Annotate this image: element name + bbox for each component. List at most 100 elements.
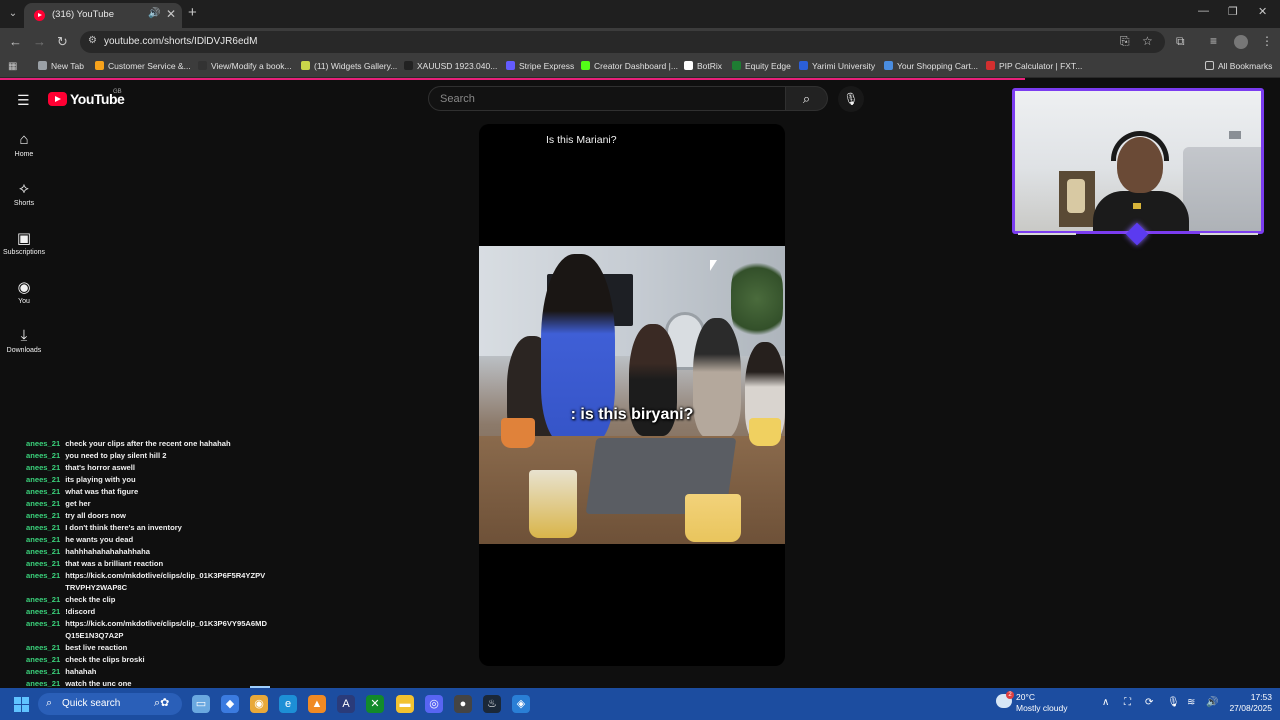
browser-menu-icon[interactable]: ⋮ xyxy=(1261,34,1273,48)
copilot-icon[interactable]: ◆ xyxy=(221,695,239,713)
task-view-icon[interactable]: ▭ xyxy=(192,695,210,713)
nav-home[interactable]: ⌂ Home xyxy=(0,131,48,158)
minimize-window-button[interactable]: — xyxy=(1198,5,1209,17)
new-tab-button[interactable]: + xyxy=(188,4,197,21)
wifi-icon[interactable]: ≋ xyxy=(1187,697,1195,708)
taskbar-clock[interactable]: 17:53 27/08/2025 xyxy=(1222,692,1272,714)
close-window-button[interactable]: ✕ xyxy=(1258,5,1267,18)
chat-username[interactable]: anees_21 xyxy=(26,594,60,606)
browser-tab-youtube[interactable]: (316) YouTube 🔊 ✕ xyxy=(24,3,182,28)
search-placeholder: Search xyxy=(440,93,475,105)
chat-username[interactable]: anees_21 xyxy=(26,666,60,678)
page-load-progress xyxy=(0,78,1025,80)
bookmark-pip-calculator[interactable]: PIP Calculator | FXT... xyxy=(986,61,1082,71)
bookmark-customer-service[interactable]: Customer Service &... xyxy=(95,61,191,71)
reload-button[interactable]: ↻ xyxy=(57,34,68,50)
install-app-icon[interactable]: ⎘ xyxy=(1120,34,1130,49)
discord-icon[interactable]: ◎ xyxy=(425,695,443,713)
chat-username[interactable]: anees_21 xyxy=(26,558,60,570)
tab-audio-icon[interactable]: 🔊 xyxy=(148,8,160,19)
chat-username[interactable]: anees_21 xyxy=(26,618,60,642)
guide-menu-icon[interactable]: ☰ xyxy=(17,92,30,109)
bookmark-stripe-express[interactable]: Stripe Express xyxy=(506,61,574,71)
chat-username[interactable]: anees_21 xyxy=(26,570,60,594)
reading-list-icon[interactable]: ≡ xyxy=(1210,34,1217,48)
microphone-icon[interactable]: 🎙 xyxy=(1167,697,1180,708)
webcam-overlay xyxy=(1012,88,1264,234)
file-explorer-icon[interactable]: ▬ xyxy=(396,695,414,713)
search-input[interactable]: Search xyxy=(428,86,786,111)
vlc-icon[interactable]: ▲ xyxy=(308,695,326,713)
bookmark-shopping-cart[interactable]: Your Shopping Cart... xyxy=(884,61,978,71)
tray-sync-icon[interactable]: ⟳ xyxy=(1145,697,1153,708)
chat-username[interactable]: anees_21 xyxy=(26,510,60,522)
nav-subscriptions[interactable]: ▣ Subscriptions xyxy=(0,229,48,256)
taskbar-search[interactable]: ⌕ Quick search ⌕✿ xyxy=(38,693,182,715)
video-scene-container xyxy=(685,494,741,542)
nav-downloads[interactable]: ⤓ Downloads xyxy=(0,327,48,354)
bookmark-view-modify[interactable]: View/Modify a book... xyxy=(198,61,292,71)
taskbar-search-label: Quick search xyxy=(62,698,121,709)
bookmark-star-icon[interactable]: ☆ xyxy=(1142,34,1153,48)
tray-overflow-chevron-icon[interactable]: ∧ xyxy=(1102,697,1109,708)
nav-shorts[interactable]: ⟡ Shorts xyxy=(0,180,48,207)
back-button[interactable]: ← xyxy=(9,34,22,49)
chat-username[interactable]: anees_21 xyxy=(26,486,60,498)
chat-username[interactable]: anees_21 xyxy=(26,498,60,510)
chrome-icon[interactable]: ◉ xyxy=(250,695,268,713)
chat-username[interactable]: anees_21 xyxy=(26,438,60,450)
bookmark-xauusd[interactable]: XAUUSD 1923.040... xyxy=(404,61,497,71)
aurora-icon[interactable]: A xyxy=(337,695,355,713)
chat-text: check the clips broski xyxy=(65,655,145,664)
app-icon[interactable]: ◈ xyxy=(512,695,530,713)
address-bar[interactable]: ⚙ youtube.com/shorts/IDlDVJR6edM xyxy=(80,31,1165,53)
voice-search-button[interactable]: 🎙 xyxy=(838,86,864,112)
chat-username[interactable]: anees_21 xyxy=(26,522,60,534)
bookmark-yarimi-university[interactable]: Yarimi University xyxy=(799,61,875,71)
video-scene-plant xyxy=(731,254,783,344)
chat-username[interactable]: anees_21 xyxy=(26,450,60,462)
chat-username[interactable]: anees_21 xyxy=(26,546,60,558)
xbox-icon[interactable]: ✕ xyxy=(366,695,384,713)
short-video-frame[interactable]: : is this biryani? xyxy=(479,246,785,544)
youtube-logo-icon[interactable] xyxy=(48,92,67,106)
chat-username[interactable]: anees_21 xyxy=(26,534,60,546)
bookmark-favicon-icon xyxy=(986,61,995,70)
chat-username[interactable]: anees_21 xyxy=(26,474,60,486)
chat-username[interactable]: anees_21 xyxy=(26,654,60,666)
chat-text: !discord xyxy=(65,607,96,616)
tray-app-icon[interactable]: ⛶ xyxy=(1124,697,1131,708)
tab-close-icon[interactable]: ✕ xyxy=(166,7,176,21)
search-button[interactable]: ⌕ xyxy=(786,86,828,111)
edge-icon[interactable]: e xyxy=(279,695,297,713)
address-url[interactable]: youtube.com/shorts/IDlDVJR6edM xyxy=(104,36,257,47)
chat-username[interactable]: anees_21 xyxy=(26,606,60,618)
active-app-indicator xyxy=(250,686,270,688)
restore-window-button[interactable]: ❐ xyxy=(1228,5,1238,18)
steam-icon[interactable]: ♨ xyxy=(483,695,501,713)
nav-you[interactable]: ◉ You xyxy=(0,278,48,305)
bookmark-equity-edge[interactable]: Equity Edge xyxy=(732,61,791,71)
apps-grid-icon[interactable]: ▦ xyxy=(8,61,17,72)
search-icon: ⌕ xyxy=(802,91,811,106)
bookmark-botrix[interactable]: BotRix xyxy=(684,61,722,71)
clock-date: 27/08/2025 xyxy=(1229,703,1272,713)
chat-username[interactable]: anees_21 xyxy=(26,462,60,474)
bookmark-favicon-icon xyxy=(581,61,590,70)
bookmark-creator-dashboard[interactable]: Creator Dashboard |... xyxy=(581,61,678,71)
site-info-icon[interactable]: ⚙ xyxy=(88,35,97,46)
tab-search-chevron-icon[interactable]: ⌄ xyxy=(4,5,22,23)
chat-message: anees_21 hahahah xyxy=(26,666,326,678)
chat-text: he wants you dead xyxy=(65,535,134,544)
forward-button[interactable]: → xyxy=(33,34,46,49)
chat-username[interactable]: anees_21 xyxy=(26,642,60,654)
bookmark-favicon-icon xyxy=(404,61,413,70)
volume-icon[interactable]: 🔊 xyxy=(1206,697,1218,708)
obs-icon[interactable]: ● xyxy=(454,695,472,713)
extensions-icon[interactable]: ⧉ xyxy=(1176,34,1185,49)
bookmark-widgets-gallery[interactable]: (11) Widgets Gallery... xyxy=(301,61,397,71)
all-bookmarks-folder[interactable]: All Bookmarks xyxy=(1205,61,1272,71)
start-button[interactable] xyxy=(14,697,29,712)
bookmark-new-tab[interactable]: New Tab xyxy=(38,61,84,71)
profile-avatar[interactable] xyxy=(1234,35,1248,49)
